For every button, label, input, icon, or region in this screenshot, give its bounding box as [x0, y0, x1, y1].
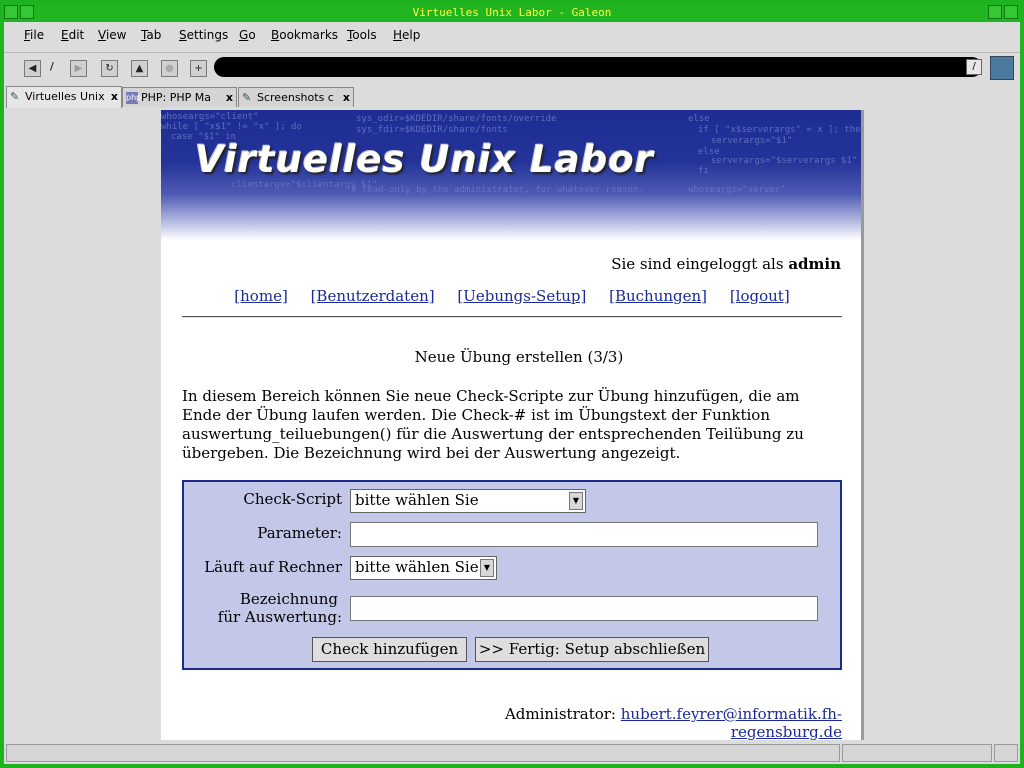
forward-icon[interactable]: ▶: [70, 60, 87, 77]
page-edge: [861, 110, 864, 740]
banner-code: sys_odir=$KDEDIR/share/fonts/override: [356, 114, 557, 124]
menu-help[interactable]: Help: [393, 28, 420, 42]
chevron-down-icon: ▼: [569, 492, 583, 510]
banner-title: Virtuelles Unix Labor: [195, 138, 654, 181]
check-script-select[interactable]: bitte wählen Sie ▼: [350, 489, 586, 513]
back-icon[interactable]: ◀: [24, 60, 41, 77]
minimize-icon[interactable]: [988, 5, 1002, 19]
nav-benutzerdaten[interactable]: [Benutzerdaten]: [311, 287, 435, 305]
banner-code: else: [688, 114, 710, 124]
banner-code: fi: [698, 166, 709, 176]
home-icon[interactable]: ▲: [131, 60, 148, 77]
banner-code: whoseargs="client": [161, 112, 259, 122]
menu-tab[interactable]: Tab: [141, 28, 161, 42]
banner-code: serverargs="$1": [711, 136, 793, 146]
banner-code: serverargs="$serverargs $1": [711, 156, 858, 166]
login-status: Sie sind eingeloggt als admin: [560, 255, 841, 273]
add-check-button[interactable]: Check hinzufügen: [312, 637, 467, 662]
rechner-label: Läuft auf Rechner: [204, 558, 342, 576]
menu-go[interactable]: Go: [239, 28, 256, 42]
close-icon[interactable]: x: [226, 88, 233, 107]
banner-code: while [ "x$1" != "x" ]; do: [161, 122, 302, 132]
divider: [182, 316, 842, 318]
rechner-value: bitte wählen Sie: [355, 558, 479, 576]
admin-email-link[interactable]: hubert.feyrer@informatik.fh-regensburg.d…: [621, 705, 842, 741]
bezeichnung-label-line1: Bezeichnung: [239, 590, 338, 608]
galeon-page-icon: ✎: [242, 91, 252, 104]
url-input[interactable]: [214, 57, 982, 77]
stop-icon[interactable]: ●: [161, 60, 178, 77]
throbber-icon[interactable]: [990, 56, 1014, 80]
galeon-page-icon: ✎: [10, 90, 20, 103]
nav-uebungs-setup[interactable]: [Uebungs-Setup]: [457, 287, 586, 305]
php-icon: php: [126, 92, 142, 104]
resize-grip-icon[interactable]: [994, 744, 1018, 762]
window-menu-icon[interactable]: [4, 5, 18, 19]
banner-code: clientargs="$clientargs $1": [231, 180, 378, 190]
menu-file[interactable]: File: [24, 28, 44, 42]
history-dropdown-icon[interactable]: /: [50, 60, 54, 73]
menu-tools[interactable]: Tools: [347, 28, 377, 42]
bezeichnung-label: Bezeichnung: [182, 590, 338, 608]
tab-screenshots[interactable]: ✎ Screenshots c x: [238, 87, 354, 107]
shade-icon[interactable]: [20, 5, 34, 19]
rechner-select[interactable]: bitte wählen Sie ▼: [350, 556, 497, 580]
window-title: Virtuelles Unix Labor - Galeon: [4, 4, 1020, 21]
zoom-icon[interactable]: +: [190, 60, 207, 77]
parameter-label: Parameter:: [257, 524, 342, 542]
menubar: File Edit View Tab Settings Go Bookmarks…: [4, 23, 1020, 47]
check-script-value: bitte wählen Sie: [355, 491, 479, 509]
intro-text: In diesem Bereich können Sie neue Check-…: [182, 387, 804, 462]
tab-label: Virtuelles Unix: [25, 90, 105, 103]
menu-bookmarks[interactable]: Bookmarks: [271, 28, 338, 42]
banner-code: whoseargs="server": [688, 185, 786, 195]
status-text: [6, 744, 840, 762]
tab-label: Screenshots c: [257, 91, 334, 104]
parameter-input[interactable]: [350, 522, 818, 547]
tab-php-manual[interactable]: php PHP: PHP Ma x: [122, 87, 237, 107]
nav-logout[interactable]: [logout]: [730, 287, 790, 305]
menu-view[interactable]: View: [98, 28, 126, 42]
bezeichnung-input[interactable]: [350, 596, 818, 621]
close-icon[interactable]: x: [111, 87, 118, 107]
chevron-down-icon: ▼: [480, 559, 494, 577]
tab-virtuelles-unix[interactable]: ✎ Virtuelles Unix x: [6, 86, 122, 108]
menu-edit[interactable]: Edit: [61, 28, 84, 42]
banner-code: if [ "x$serverargs" = x ]; then: [698, 125, 861, 135]
status-progress: [842, 744, 992, 762]
admin-footer: Administrator: hubert.feyrer@informatik.…: [400, 705, 842, 741]
banner-code: # read-only by the administrator, for wh…: [351, 185, 644, 195]
url-history-icon[interactable]: /: [966, 59, 982, 75]
banner-code: sys_fdir=$KDEDIR/share/fonts: [356, 125, 508, 135]
maximize-icon[interactable]: [1004, 5, 1018, 19]
tab-label: PHP: PHP Ma: [141, 91, 212, 104]
nav-buchungen[interactable]: [Buchungen]: [609, 287, 707, 305]
page-title: Neue Übung erstellen (3/3): [414, 348, 624, 366]
nav-home[interactable]: [home]: [234, 287, 288, 305]
finish-setup-button[interactable]: >> Fertig: Setup abschließen: [475, 637, 709, 662]
check-script-label: Check-Script: [243, 490, 342, 508]
bezeichnung-label-2: für Auswertung:: [217, 608, 342, 626]
admin-label: Administrator:: [504, 705, 616, 723]
main-nav: [home] [Benutzerdaten] [Uebungs-Setup] […: [182, 287, 842, 305]
login-text: Sie sind eingeloggt als: [611, 255, 784, 273]
menu-settings[interactable]: Settings: [179, 28, 228, 42]
reload-icon[interactable]: ↻: [101, 60, 118, 77]
close-icon[interactable]: x: [343, 88, 350, 107]
viewport-margin: [4, 108, 160, 740]
login-user: admin: [788, 255, 841, 273]
